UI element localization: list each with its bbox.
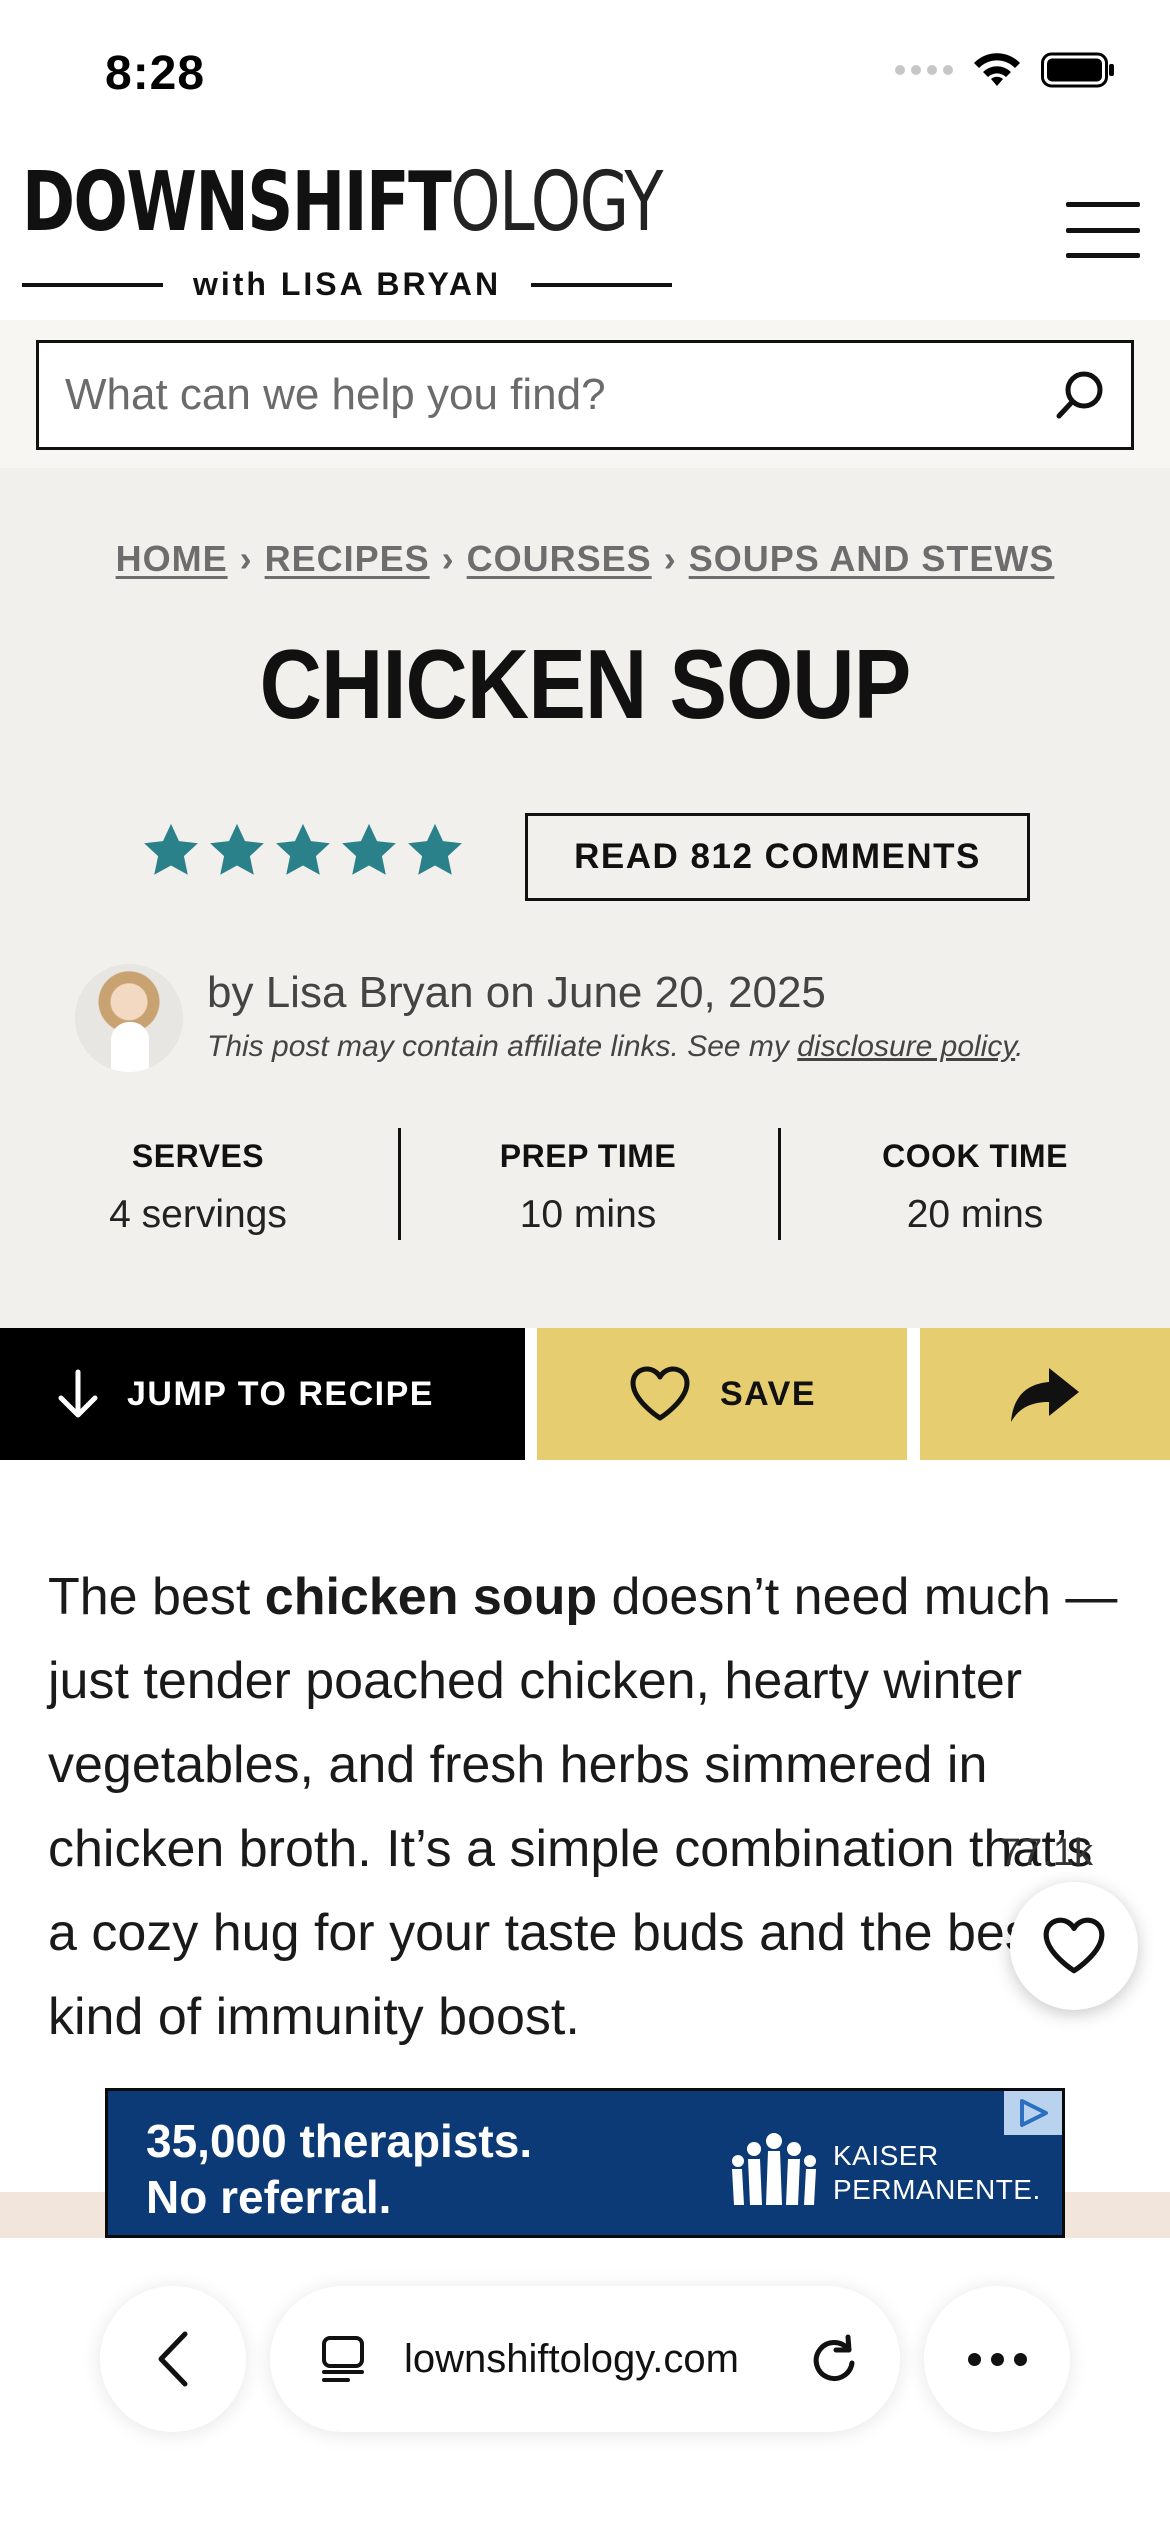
disclaimer-suffix: .	[1015, 1030, 1024, 1063]
meta-cook-time: COOK TIME 20 mins	[785, 1138, 1165, 1237]
heart-outline-icon	[630, 1366, 690, 1421]
kaiser-logo-icon	[732, 2133, 816, 2205]
meta-prep-label: PREP TIME	[499, 1138, 677, 1174]
search-box	[36, 340, 1134, 450]
search-button[interactable]	[1031, 343, 1131, 447]
logo-rule-left	[22, 282, 163, 287]
ad-headline-line2: No referral.	[146, 2171, 392, 2223]
breadcrumb-courses[interactable]: COURSES	[467, 538, 652, 579]
meta-serves: SERVES 4 servings	[8, 1138, 388, 1237]
meta-prep-time: PREP TIME 10 mins	[398, 1138, 778, 1237]
read-comments-button[interactable]: READ 812 COMMENTS	[525, 813, 1030, 901]
intro-paragraph: The best chicken soup doesn’t need much …	[48, 1555, 1128, 2059]
page-menu-icon[interactable]	[318, 2334, 368, 2384]
jump-to-recipe-button[interactable]: JUMP TO RECIPE	[0, 1328, 525, 1460]
author-avatar	[75, 964, 183, 1072]
star-icon[interactable]	[140, 820, 202, 882]
breadcrumb-home[interactable]: HOME	[116, 538, 228, 579]
more-dot	[967, 2352, 981, 2366]
more-options-button[interactable]	[924, 2286, 1070, 2432]
disclosure-policy-link[interactable]: disclosure policy	[797, 1030, 1015, 1063]
logo-wordmark-bold: DOWNSHIFT	[22, 155, 452, 250]
disclaimer-prefix: This post may contain affiliate links. S…	[207, 1030, 798, 1063]
breadcrumb-separator: ›	[239, 538, 253, 579]
back-button[interactable]	[100, 2286, 246, 2432]
star-icon[interactable]	[206, 820, 268, 882]
logo-tagline: with LISA BRYAN	[22, 266, 672, 303]
meta-serves-value: 4 servings	[109, 1193, 287, 1236]
more-dot	[1013, 2352, 1027, 2366]
breadcrumb-recipes[interactable]: RECIPES	[265, 538, 430, 579]
advertisement-banner[interactable]: 35,000 therapists. No referral. KAISER P…	[105, 2088, 1065, 2238]
site-logo[interactable]: DOWNSHIFTOLOGY with LISA BRYAN	[22, 162, 672, 302]
adchoices-icon[interactable]	[1004, 2091, 1062, 2135]
meta-prep-value: 10 mins	[519, 1193, 657, 1236]
logo-rule-right	[531, 282, 672, 287]
author-row: by Lisa Bryan on June 20, 2025 This post…	[75, 964, 1135, 1074]
ad-brand-line2: PERMANENTE.	[833, 2174, 1041, 2205]
intro-bold-keyword: chicken soup	[264, 1568, 598, 1626]
search-input[interactable]	[39, 343, 1031, 447]
star-icon[interactable]	[338, 820, 400, 882]
share-button[interactable]	[920, 1328, 1170, 1460]
wifi-icon	[974, 53, 1020, 86]
intro-text-start: The best	[48, 1568, 265, 1626]
breadcrumb-soups-and-stews[interactable]: SOUPS AND STEWS	[689, 538, 1055, 579]
hamburger-menu-icon[interactable]	[1066, 202, 1140, 258]
byline: by Lisa Bryan on June 20, 2025	[207, 968, 826, 1017]
rating-stars[interactable]	[140, 820, 466, 882]
ad-brand-line1: KAISER	[833, 2140, 939, 2171]
share-arrow-icon	[1011, 1368, 1079, 1422]
recipe-hero: HOME › RECIPES › COURSES › SOUPS AND STEWS CHI…	[0, 468, 1170, 1328]
star-icon[interactable]	[272, 820, 334, 882]
favorite-button[interactable]	[1010, 1882, 1138, 2010]
jump-to-recipe-label: JUMP TO RECIPE	[127, 1374, 434, 1413]
intro-text-rest: doesn’t need much — just tender poached …	[48, 1568, 1118, 2046]
meta-cook-label: COOK TIME	[882, 1138, 1068, 1174]
browser-toolbar: lownshiftology.com	[0, 2238, 1170, 2532]
heart-outline-icon	[1043, 1917, 1105, 1974]
recipe-meta: SERVES 4 servings PREP TIME 10 mins COOK…	[0, 1128, 1170, 1258]
logo-wordmark: DOWNSHIFTOLOGY	[22, 162, 663, 244]
chevron-left-icon	[158, 2331, 188, 2387]
adchoices-triangle-icon	[1020, 2099, 1048, 2127]
status-bar: 8:28	[0, 0, 1170, 150]
site-header: DOWNSHIFTOLOGY with LISA BRYAN	[0, 150, 1170, 320]
breadcrumb: HOME › RECIPES › COURSES › SOUPS AND STEWS	[0, 538, 1170, 580]
affiliate-disclaimer: This post may contain affiliate links. S…	[207, 1030, 1023, 1064]
logo-tagline-text: with LISA BRYAN	[192, 266, 502, 302]
breadcrumb-separator: ›	[663, 538, 677, 579]
search-section	[0, 320, 1170, 468]
meta-cook-value: 20 mins	[906, 1193, 1044, 1236]
save-label: SAVE	[719, 1374, 817, 1413]
ad-headline: 35,000 therapists. No referral.	[146, 2113, 532, 2225]
page-title: CHICKEN SOUP	[259, 629, 912, 739]
meta-divider	[778, 1128, 781, 1240]
breadcrumb-separator: ›	[441, 538, 455, 579]
meta-serves-label: SERVES	[131, 1138, 265, 1174]
action-bar: JUMP TO RECIPE SAVE	[0, 1328, 1170, 1460]
logo-wordmark-light: OLOGY	[450, 155, 663, 250]
status-time: 8:28	[105, 47, 206, 100]
star-icon[interactable]	[404, 820, 466, 882]
arrow-down-icon	[58, 1369, 98, 1418]
search-icon	[1056, 371, 1103, 419]
save-button[interactable]: SAVE	[537, 1328, 907, 1460]
more-dot	[990, 2352, 1004, 2366]
cellular-signal-icon	[895, 65, 953, 75]
url-text: lownshiftology.com	[404, 2336, 739, 2381]
battery-icon	[1041, 52, 1114, 88]
reload-icon[interactable]	[808, 2333, 860, 2385]
favorite-count: 77.1k	[1000, 1832, 1093, 1874]
status-icons	[895, 50, 1115, 90]
ad-headline-line1: 35,000 therapists.	[146, 2115, 533, 2167]
address-bar[interactable]: lownshiftology.com	[270, 2286, 900, 2432]
ad-brand: KAISER PERMANENTE.	[833, 2139, 1041, 2207]
